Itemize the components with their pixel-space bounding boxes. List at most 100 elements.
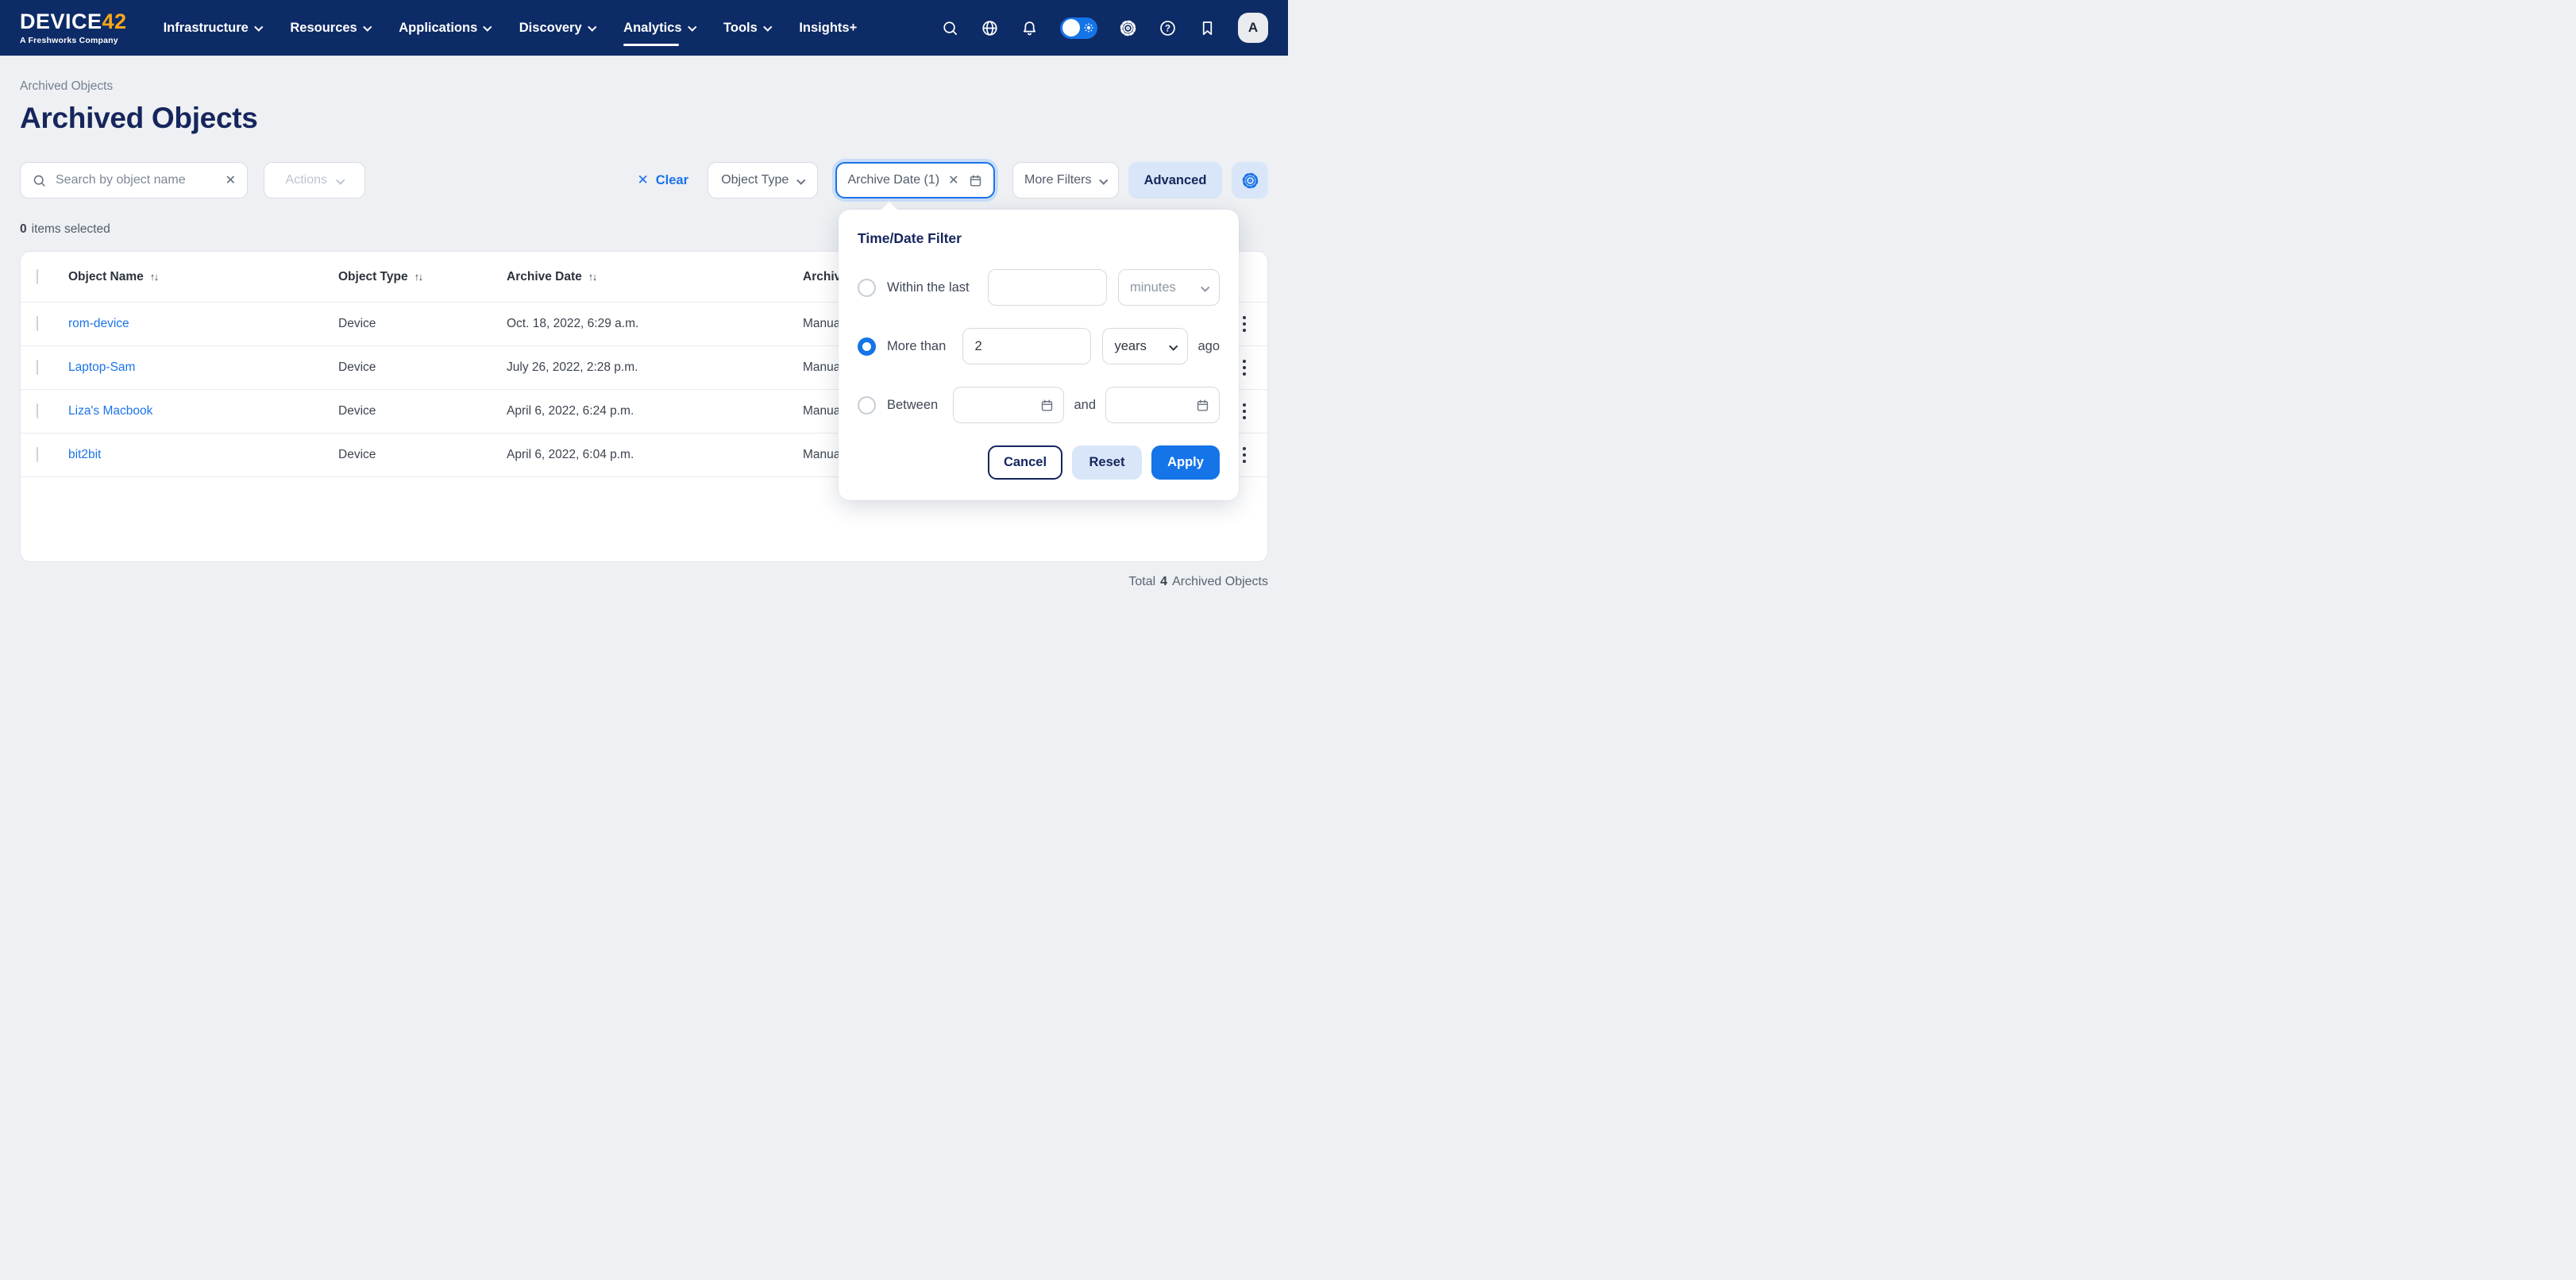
bell-icon[interactable] xyxy=(1020,19,1039,37)
sort-icon: ↑↓ xyxy=(415,271,422,283)
between-start-field xyxy=(953,387,1064,423)
menu-analytics[interactable]: Analytics xyxy=(623,0,695,56)
chevron-down-icon xyxy=(1169,342,1178,351)
time-date-filter-popup: Time/Date Filter Within the last minutes… xyxy=(839,210,1239,500)
calendar-icon xyxy=(968,173,983,188)
within-last-option: Within the last minutes xyxy=(858,269,1220,306)
popup-actions: Cancel Reset Apply xyxy=(858,445,1220,480)
chevron-down-icon xyxy=(588,22,596,31)
object-type-cell: Device xyxy=(338,317,507,331)
chevron-down-icon xyxy=(484,22,492,31)
toggle-knob xyxy=(1062,19,1080,37)
chevron-down-icon xyxy=(1201,283,1209,292)
object-type-cell: Device xyxy=(338,448,507,462)
column-header-object-type[interactable]: Object Type↑↓ xyxy=(338,270,507,284)
menu-discovery[interactable]: Discovery xyxy=(519,0,595,56)
sun-icon xyxy=(1082,21,1095,34)
object-link[interactable]: rom-device xyxy=(68,317,338,331)
clear-search-icon[interactable]: ✕ xyxy=(226,172,236,188)
chevron-down-icon xyxy=(763,22,772,31)
search-icon[interactable] xyxy=(941,19,959,37)
device42-logo[interactable]: DEVICE42 A Freshworks Company xyxy=(20,11,127,45)
archive-date-cell: Oct. 18, 2022, 6:29 a.m. xyxy=(507,317,803,331)
logo-tagline: A Freshworks Company xyxy=(20,37,127,45)
archive-date-cell: April 6, 2022, 6:24 p.m. xyxy=(507,404,803,418)
menu-insights-plus[interactable]: Insights+ xyxy=(799,0,857,56)
bookmark-icon[interactable] xyxy=(1198,19,1217,37)
chevron-down-icon xyxy=(797,176,806,185)
column-header-archive-date[interactable]: Archive Date↑↓ xyxy=(507,270,803,284)
menu-infrastructure[interactable]: Infrastructure xyxy=(164,0,262,56)
object-link[interactable]: Liza's Macbook xyxy=(68,404,338,418)
within-last-unit-select[interactable]: minutes xyxy=(1118,269,1220,306)
nav-utilities: ? A xyxy=(941,13,1268,43)
calendar-icon[interactable] xyxy=(1039,398,1055,413)
search-icon xyxy=(32,173,47,188)
search-box: ✕ xyxy=(20,162,248,199)
search-input[interactable] xyxy=(56,173,217,187)
between-option: Between and xyxy=(858,387,1220,423)
svg-text:?: ? xyxy=(1165,24,1170,33)
top-nav: DEVICE42 A Freshworks Company Infrastruc… xyxy=(0,0,1288,56)
select-all-checkbox[interactable] xyxy=(37,269,38,284)
within-last-radio[interactable] xyxy=(858,279,876,297)
clear-filters-button[interactable]: ✕ Clear xyxy=(637,172,688,188)
help-icon[interactable]: ? xyxy=(1159,19,1177,37)
logo-brand: DEVICE xyxy=(20,11,102,33)
logo-wordmark: DEVICE42 xyxy=(20,11,127,33)
globe-icon[interactable] xyxy=(981,19,999,37)
sort-icon: ↑↓ xyxy=(150,271,158,283)
archive-date-filter-button[interactable]: Archive Date (1) ✕ xyxy=(835,162,995,199)
reset-button[interactable]: Reset xyxy=(1072,445,1142,480)
within-last-value-input[interactable] xyxy=(989,270,1106,305)
user-avatar[interactable]: A xyxy=(1238,13,1268,43)
chevron-down-icon xyxy=(363,22,372,31)
more-than-value-input[interactable] xyxy=(963,329,1090,364)
total-count: Total 4 Archived Objects xyxy=(20,575,1268,589)
row-checkbox[interactable] xyxy=(37,360,38,375)
sort-icon: ↑↓ xyxy=(588,271,596,283)
cancel-button[interactable]: Cancel xyxy=(988,445,1062,480)
between-radio[interactable] xyxy=(858,396,876,414)
remove-filter-icon[interactable]: ✕ xyxy=(948,172,958,188)
calendar-icon[interactable] xyxy=(1195,398,1210,413)
more-than-radio[interactable] xyxy=(858,337,876,356)
main-menu: Infrastructure Resources Applications Di… xyxy=(164,0,858,56)
object-type-filter-button[interactable]: Object Type xyxy=(708,162,818,199)
archive-date-cell: April 6, 2022, 6:04 p.m. xyxy=(507,448,803,462)
logo-number: 42 xyxy=(102,11,127,33)
page-title: Archived Objects xyxy=(20,102,1268,135)
object-type-cell: Device xyxy=(338,360,507,375)
row-checkbox[interactable] xyxy=(37,447,38,462)
actions-button[interactable]: Actions xyxy=(264,162,365,199)
archive-date-cell: July 26, 2022, 2:28 p.m. xyxy=(507,360,803,375)
chevron-down-icon xyxy=(336,176,345,185)
advanced-button[interactable]: Advanced xyxy=(1128,162,1222,199)
menu-resources[interactable]: Resources xyxy=(290,0,370,56)
between-end-field xyxy=(1105,387,1220,423)
more-than-unit-select[interactable]: years xyxy=(1102,328,1188,364)
menu-tools[interactable]: Tools xyxy=(723,0,770,56)
column-header-object-name[interactable]: Object Name↑↓ xyxy=(68,270,338,284)
toolbar: ✕ Actions ✕ Clear Object Type Archive Da… xyxy=(20,162,1268,199)
chevron-down-icon xyxy=(1100,176,1109,185)
more-filters-button[interactable]: More Filters xyxy=(1012,162,1119,199)
selected-count: 0 xyxy=(20,222,27,237)
object-link[interactable]: Laptop-Sam xyxy=(68,360,338,375)
row-checkbox[interactable] xyxy=(37,403,38,418)
breadcrumb: Archived Objects xyxy=(20,79,1268,94)
more-than-option: More than years ago xyxy=(858,328,1220,364)
object-type-cell: Device xyxy=(338,404,507,418)
table-settings-button[interactable] xyxy=(1232,162,1268,199)
chevron-down-icon xyxy=(254,22,263,31)
gear-icon[interactable] xyxy=(1119,19,1137,37)
menu-applications[interactable]: Applications xyxy=(399,0,491,56)
more-than-value-field xyxy=(962,328,1091,364)
gear-icon xyxy=(1241,172,1259,190)
chevron-down-icon xyxy=(688,22,696,31)
theme-toggle[interactable] xyxy=(1060,17,1097,39)
row-checkbox[interactable] xyxy=(37,316,38,331)
close-icon: ✕ xyxy=(637,172,648,188)
apply-button[interactable]: Apply xyxy=(1151,445,1220,480)
object-link[interactable]: bit2bit xyxy=(68,448,338,462)
